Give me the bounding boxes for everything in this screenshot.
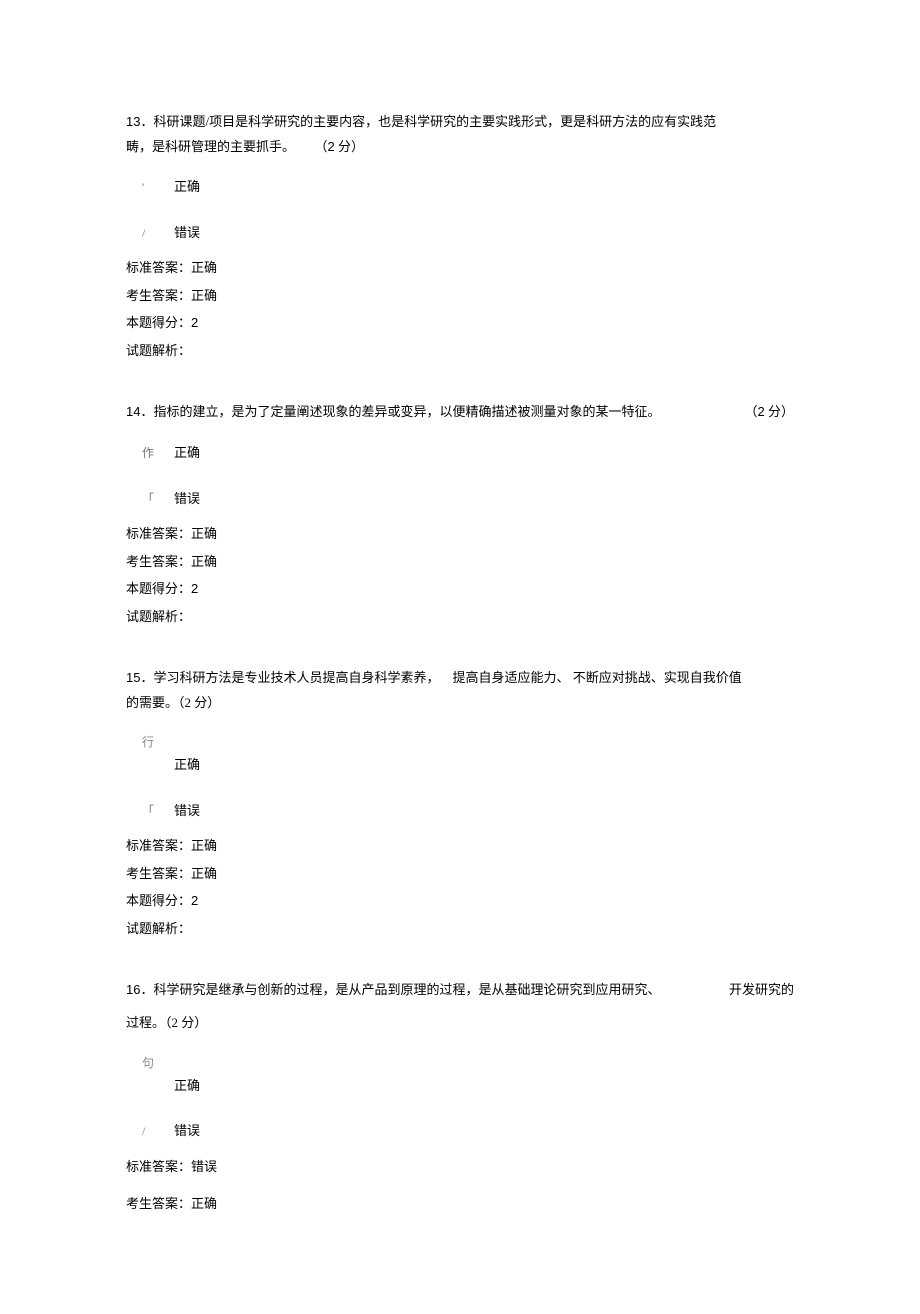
- question-number: 16: [126, 982, 140, 997]
- options: 句 正确 / 错误: [126, 1054, 794, 1141]
- label: 试题解析：: [126, 609, 191, 624]
- label: 本题得分：: [126, 893, 191, 908]
- option-label: 错误: [166, 1121, 200, 1141]
- value: 2: [191, 581, 198, 596]
- student-answer: 考生答案：正确: [126, 286, 794, 306]
- question-body-line1: ．学习科研方法是专业技术人员提高自身科学素养， 提高自身适应能力、 不断应对挑战…: [140, 670, 741, 685]
- question-body-line1a: ．科学研究是继承与创新的过程，是从产品到原理的过程，是从基础理论研究到应用研究、: [140, 982, 660, 997]
- option-true[interactable]: 作 正确: [126, 443, 794, 463]
- label: 标准答案：: [126, 1159, 191, 1174]
- student-answer: 考生答案：正确: [126, 552, 794, 572]
- points-suffix: 分）: [765, 404, 794, 419]
- option-marker: 「: [126, 802, 166, 820]
- points-prefix: （: [315, 139, 328, 154]
- options: 行 正确 「 错误: [126, 733, 794, 820]
- exam-page: 13．科研课题/项目是科学研究的主要内容，也是科学研究的主要实践形式，更是科研方…: [0, 0, 920, 1314]
- analysis: 试题解析：: [126, 919, 794, 939]
- option-label: 正确: [126, 755, 794, 775]
- option-false[interactable]: 「 错误: [126, 801, 794, 821]
- student-answer: 考生答案：正确: [126, 864, 794, 884]
- score: 本题得分：2: [126, 579, 794, 599]
- question-14-text: 14．指标的建立，是为了定量阐述现象的差异或变异，以便精确描述被测量对象的某一特…: [126, 400, 794, 425]
- option-marker: ': [126, 178, 166, 196]
- question-13-text: 13．科研课题/项目是科学研究的主要内容，也是科学研究的主要实践形式，更是科研方…: [126, 110, 794, 159]
- option-marker: /: [126, 224, 166, 242]
- question-body-line2: 的需要。（2 分）: [126, 695, 220, 710]
- question-16-text-line1: 16．科学研究是继承与创新的过程，是从产品到原理的过程，是从基础理论研究到应用研…: [126, 978, 794, 1003]
- label: 本题得分：: [126, 315, 191, 330]
- points-prefix: （: [744, 404, 757, 419]
- question-number: 13: [126, 114, 140, 129]
- label: 试题解析：: [126, 921, 191, 936]
- option-label: 错误: [166, 489, 200, 509]
- value: 2: [191, 315, 198, 330]
- value: 错误: [191, 1159, 217, 1174]
- points-num: 2: [758, 404, 765, 419]
- option-false[interactable]: / 错误: [126, 223, 794, 243]
- option-true[interactable]: 行 正确: [126, 733, 794, 775]
- analysis: 试题解析：: [126, 607, 794, 627]
- question-body-line2: 畴，是科研管理的主要抓手。: [126, 139, 295, 154]
- option-marker: 行: [126, 733, 794, 751]
- option-marker: /: [126, 1122, 166, 1140]
- question-body-line1b: 开发研究的: [729, 978, 794, 1003]
- question-16: 16．科学研究是继承与创新的过程，是从产品到原理的过程，是从基础理论研究到应用研…: [126, 978, 794, 1213]
- question-number: 15: [126, 670, 140, 685]
- question-15-text: 15．学习科研方法是专业技术人员提高自身科学素养， 提高自身适应能力、 不断应对…: [126, 666, 794, 715]
- question-body-line1: ．指标的建立，是为了定量阐述现象的差异或变异，以便精确描述被测量对象的某一特征。: [140, 404, 660, 419]
- question-13: 13．科研课题/项目是科学研究的主要内容，也是科学研究的主要实践形式，更是科研方…: [126, 110, 794, 360]
- standard-answer: 标准答案：正确: [126, 524, 794, 544]
- question-16-text-line2: 过程。（2 分）: [126, 1011, 794, 1036]
- points-suffix: 分）: [335, 139, 364, 154]
- question-number: 14: [126, 404, 140, 419]
- value: 正确: [191, 260, 217, 275]
- option-marker: 句: [126, 1054, 794, 1072]
- label: 本题得分：: [126, 581, 191, 596]
- value: 正确: [191, 866, 217, 881]
- option-label: 错误: [166, 223, 200, 243]
- option-marker: 作: [126, 444, 166, 462]
- question-14: 14．指标的建立，是为了定量阐述现象的差异或变异，以便精确描述被测量对象的某一特…: [126, 400, 794, 626]
- score: 本题得分：2: [126, 313, 794, 333]
- question-15: 15．学习科研方法是专业技术人员提高自身科学素养， 提高自身适应能力、 不断应对…: [126, 666, 794, 938]
- option-false[interactable]: 「 错误: [126, 489, 794, 509]
- label: 标准答案：: [126, 260, 191, 275]
- option-label: 正确: [126, 1076, 794, 1096]
- value: 正确: [191, 526, 217, 541]
- label: 考生答案：: [126, 866, 191, 881]
- question-body-line2: 过程。（2 分）: [126, 1015, 207, 1030]
- option-true[interactable]: 句 正确: [126, 1054, 794, 1096]
- analysis: 试题解析：: [126, 341, 794, 361]
- option-label: 正确: [166, 443, 200, 463]
- value: 2: [191, 893, 198, 908]
- option-marker: 「: [126, 490, 166, 508]
- label: 考生答案：: [126, 288, 191, 303]
- option-label: 错误: [166, 801, 200, 821]
- value: 正确: [191, 554, 217, 569]
- options: ' 正确 / 错误: [126, 177, 794, 242]
- standard-answer: 标准答案：错误: [126, 1157, 794, 1177]
- question-body-line1: ．科研课题/项目是科学研究的主要内容，也是科学研究的主要实践形式，更是科研方法的…: [140, 114, 716, 129]
- label: 标准答案：: [126, 838, 191, 853]
- label: 标准答案：: [126, 526, 191, 541]
- label: 试题解析：: [126, 343, 191, 358]
- options: 作 正确 「 错误: [126, 443, 794, 508]
- value: 正确: [191, 838, 217, 853]
- score: 本题得分：2: [126, 891, 794, 911]
- option-true[interactable]: ' 正确: [126, 177, 794, 197]
- student-answer: 考生答案：正确: [126, 1194, 794, 1214]
- points-num: 2: [328, 139, 335, 154]
- standard-answer: 标准答案：正确: [126, 258, 794, 278]
- value: 正确: [191, 1196, 217, 1211]
- label: 考生答案：: [126, 1196, 191, 1211]
- value: 正确: [191, 288, 217, 303]
- option-false[interactable]: / 错误: [126, 1121, 794, 1141]
- option-label: 正确: [166, 177, 200, 197]
- standard-answer: 标准答案：正确: [126, 836, 794, 856]
- label: 考生答案：: [126, 554, 191, 569]
